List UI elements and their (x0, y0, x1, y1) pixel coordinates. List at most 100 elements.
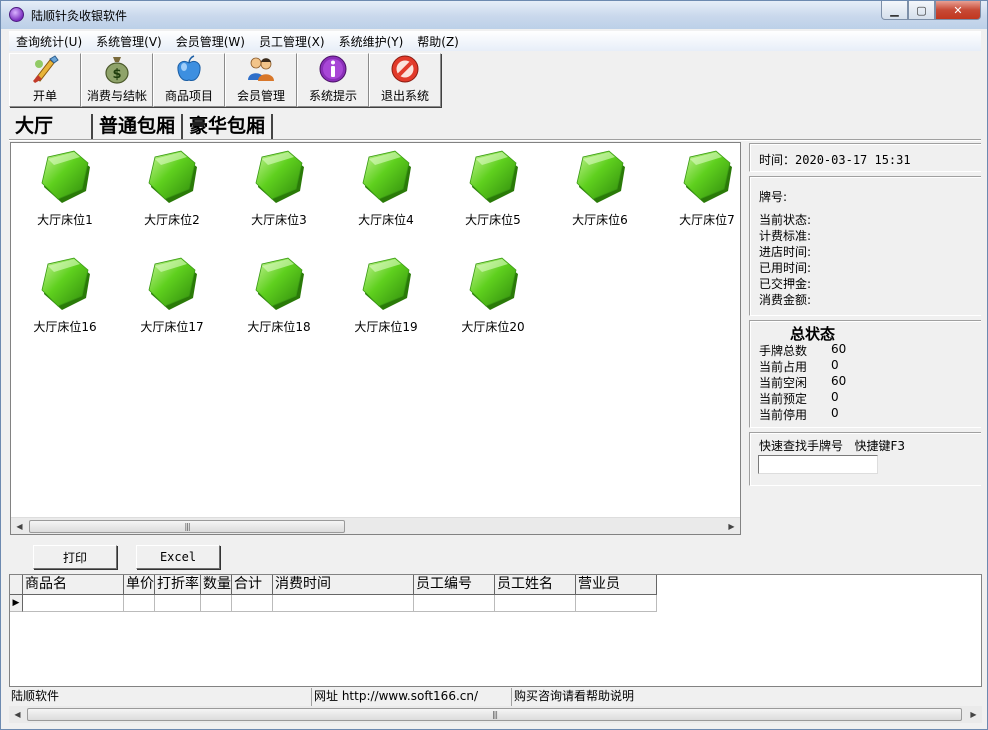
exit-icon (391, 55, 419, 83)
menu-member-admin[interactable]: 会员管理(W) (169, 33, 252, 50)
card-number-label: 牌号: (759, 190, 788, 204)
window-controls: ▁ ▢ ✕ (881, 1, 981, 20)
product-items-button[interactable]: 商品项目 (153, 53, 225, 107)
consume-checkout-button[interactable]: $ 消费与结帐 (81, 53, 153, 107)
table-cell[interactable] (576, 595, 657, 612)
status-help: 购买咨询请看帮助说明 (514, 689, 635, 703)
tab-luxury-room[interactable]: 豪华包厢 (183, 114, 274, 140)
toolbar-label: 商品项目 (164, 89, 213, 103)
bed-tile[interactable]: 大厅床位1 (15, 147, 115, 237)
minimize-icon: ▁ (890, 3, 899, 17)
bed-icon (469, 150, 518, 203)
tab-hall[interactable]: 大厅 (11, 114, 93, 140)
status-company: 陆顺软件 (9, 688, 312, 706)
member-admin-button[interactable]: 会员管理 (225, 53, 297, 107)
info-icon (319, 55, 347, 83)
bed-tile[interactable]: 大厅床位5 (443, 147, 543, 237)
summary-row: 当前空闲 60 (759, 374, 846, 391)
maximize-button[interactable]: ▢ (908, 1, 935, 20)
bed-icon (255, 257, 304, 310)
bed-label: 大厅床位20 (461, 320, 525, 334)
menu-query-stats[interactable]: 查询统计(U) (9, 33, 89, 50)
scroll-thumb[interactable]: ||| (27, 708, 962, 721)
column-consume-time[interactable]: 消费时间 (273, 575, 414, 595)
bed-icon (255, 150, 304, 203)
excel-export-button[interactable]: Excel (136, 545, 220, 569)
table-cell[interactable] (414, 595, 495, 612)
table-cell[interactable] (273, 595, 414, 612)
time-panel: 时间：2020-03-17 15:31 (749, 143, 981, 172)
table-row[interactable]: ▶ (10, 595, 657, 612)
table-cell[interactable] (495, 595, 576, 612)
summary-row: 当前停用 0 (759, 406, 839, 423)
window-hscrollbar[interactable]: ◀ ||| ▶ (9, 706, 982, 723)
column-staff-name[interactable]: 员工姓名 (495, 575, 576, 595)
bed-grid-hscrollbar[interactable]: ◀ ||| ▶ (11, 517, 740, 534)
menu-system-admin[interactable]: 系统管理(V) (89, 33, 169, 50)
table-cell[interactable] (201, 595, 232, 612)
summary-row: 当前占用 0 (759, 358, 839, 375)
print-button[interactable]: 打印 (33, 545, 117, 569)
current-status-label: 当前状态: (759, 213, 812, 227)
summary-value: 0 (831, 390, 839, 404)
minimize-button[interactable]: ▁ (881, 1, 908, 20)
bed-tile[interactable]: 大厅床位19 (336, 254, 436, 344)
bed-icon (576, 150, 625, 203)
status-website: 网址 http://www.soft166.cn/ (312, 688, 512, 706)
open-order-button[interactable]: 开单 (9, 53, 81, 107)
summary-value: 0 (831, 358, 839, 372)
bed-tile[interactable]: 大厅床位16 (15, 254, 115, 344)
time-value: 2020-03-17 15:31 (795, 153, 911, 167)
menu-help[interactable]: 帮助(Z) (410, 33, 466, 50)
tab-standard-room[interactable]: 普通包厢 (93, 114, 184, 140)
menu-staff-admin[interactable]: 员工管理(X) (252, 33, 332, 50)
bed-icon (469, 257, 518, 310)
scroll-thumb[interactable]: ||| (29, 520, 345, 533)
title-bar[interactable]: 陆顺针灸收银软件 ▁ ▢ ✕ (1, 1, 987, 29)
quick-search-input[interactable] (758, 455, 878, 474)
status-bar: 陆顺软件 网址 http://www.soft166.cn/ 购买咨询请看帮助说… (9, 688, 982, 706)
bed-icon (683, 150, 732, 203)
bed-tile[interactable]: 大厅床位7 (657, 147, 740, 237)
bed-tile[interactable]: 大厅床位18 (229, 254, 329, 344)
bed-tile[interactable]: 大厅床位17 (122, 254, 222, 344)
scroll-left-icon[interactable]: ◀ (11, 518, 28, 534)
room-tabs: 大厅 普通包厢 豪华包厢 (11, 112, 274, 140)
menu-system-maintenance[interactable]: 系统维护(Y) (332, 33, 411, 50)
toolbar-label: 退出系统 (380, 89, 429, 103)
tab-divider (9, 139, 981, 141)
scroll-left-icon[interactable]: ◀ (9, 706, 26, 723)
toolbar-label: 会员管理 (236, 89, 285, 103)
maximize-icon: ▢ (916, 3, 927, 17)
bed-icon (41, 150, 90, 203)
scroll-right-icon[interactable]: ▶ (723, 518, 740, 534)
table-cell[interactable] (124, 595, 155, 612)
exit-system-button[interactable]: 退出系统 (369, 53, 441, 107)
system-tips-button[interactable]: 系统提示 (297, 53, 369, 107)
column-staff-id[interactable]: 员工编号 (414, 575, 495, 595)
bed-tile[interactable]: 大厅床位3 (229, 147, 329, 237)
row-header-corner (10, 575, 23, 595)
summary-row: 当前预定 0 (759, 390, 839, 407)
column-salesperson[interactable]: 营业员 (576, 575, 657, 595)
elapsed-time-label: 已用时间: (759, 261, 812, 275)
bed-tile[interactable]: 大厅床位6 (550, 147, 650, 237)
column-discount[interactable]: 打折率 (155, 575, 201, 595)
column-total[interactable]: 合计 (232, 575, 273, 595)
table-cell[interactable] (23, 595, 124, 612)
scroll-right-icon[interactable]: ▶ (965, 706, 982, 723)
bed-label: 大厅床位1 (37, 213, 93, 227)
close-button[interactable]: ✕ (935, 1, 981, 20)
column-quantity[interactable]: 数量 (201, 575, 232, 595)
bed-tile[interactable]: 大厅床位2 (122, 147, 222, 237)
card-info-panel: 牌号: 当前状态: 计费标准: 进店时间: 已用时间: 已交押金: 消费金额: (749, 176, 981, 316)
table-cell[interactable] (232, 595, 273, 612)
column-unit-price[interactable]: 单价 (124, 575, 155, 595)
table-cell[interactable] (155, 595, 201, 612)
bed-tile[interactable]: 大厅床位4 (336, 147, 436, 237)
money-bag-icon: $ (105, 57, 129, 84)
toolbar-label: 消费与结帐 (86, 89, 147, 103)
column-product-name[interactable]: 商品名 (23, 575, 124, 595)
quick-search-label: 快速查找手牌号 快捷键F3 (759, 437, 905, 454)
bed-tile[interactable]: 大厅床位20 (443, 254, 543, 344)
